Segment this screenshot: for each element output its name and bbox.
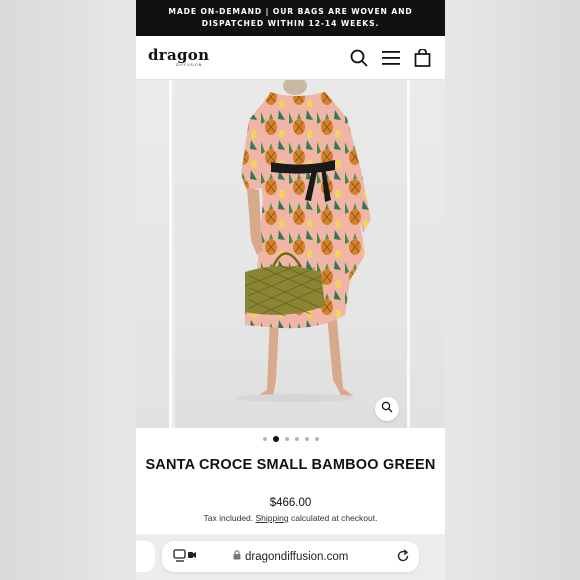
zoom-icon (381, 400, 393, 418)
previous-tab[interactable] (136, 541, 155, 572)
pagination-dot[interactable] (262, 437, 267, 441)
product-title: SANTA CROCE SMALL BAMBOO GREEN (145, 457, 436, 473)
reload-icon[interactable] (396, 549, 410, 568)
pagination-dot[interactable] (304, 437, 309, 441)
url-display: dragondiffusion.com (233, 550, 348, 563)
gallery-pagination (136, 428, 445, 450)
tax-prefix: Tax included. (203, 513, 254, 523)
brand-logo[interactable]: dragon DIFFUSION (148, 45, 210, 68)
product-price: $466.00 (269, 497, 312, 509)
pagination-dot[interactable] (294, 437, 299, 441)
product-image[interactable] (175, 80, 407, 428)
search-icon[interactable] (350, 49, 368, 67)
reader-icon[interactable] (173, 549, 197, 563)
tax-note: Tax included. Shipping calculated at che… (136, 513, 445, 523)
zoom-button[interactable] (375, 397, 399, 421)
phone-screen: MADE ON-DEMAND | OUR BAGS ARE WOVEN AND … (136, 0, 445, 580)
menu-icon[interactable] (381, 50, 401, 66)
address-bar[interactable]: dragondiffusion.com (162, 541, 419, 572)
url-text: dragondiffusion.com (245, 550, 349, 563)
site-header: dragon DIFFUSION (136, 36, 445, 80)
pagination-dot-active[interactable] (272, 436, 279, 442)
announcement-line-1: MADE ON-DEMAND | OUR BAGS ARE WOVEN AND (168, 7, 413, 16)
announcement-line-2: DISPATCHED WITHIN 12-14 WEEKS. (201, 19, 380, 28)
header-icons (350, 48, 431, 67)
shipping-link[interactable]: Shipping (256, 513, 289, 523)
lock-icon (233, 550, 241, 563)
product-info: SANTA CROCE SMALL BAMBOO GREEN $466.00 T… (136, 450, 445, 544)
cart-icon[interactable] (414, 48, 431, 67)
browser-bottom-bar: dragondiffusion.com (136, 534, 445, 580)
pagination-dot[interactable] (284, 437, 289, 441)
tax-suffix: calculated at checkout. (290, 513, 378, 523)
logo-text: dragon (148, 45, 210, 64)
gallery-next-slide[interactable] (407, 80, 445, 428)
logo-subtext: DIFFUSION (176, 62, 203, 67)
announcement-bar: MADE ON-DEMAND | OUR BAGS ARE WOVEN AND … (136, 0, 445, 36)
gallery-prev-slide[interactable] (136, 80, 172, 428)
product-gallery[interactable] (136, 80, 445, 428)
pagination-dot[interactable] (314, 437, 319, 441)
